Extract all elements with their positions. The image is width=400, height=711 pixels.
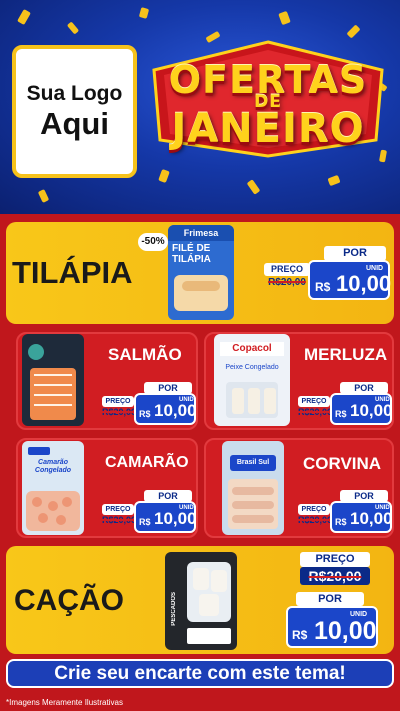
unit-label: UNID <box>375 397 390 403</box>
product-image-merluza: Copacol Peixe Congelado <box>214 334 290 426</box>
price-value: 10,00 <box>154 401 197 420</box>
price-box: R$ 10,00 UNID <box>308 260 392 300</box>
product-image-salmao <box>22 334 84 426</box>
product-name: CORVINA <box>303 454 382 473</box>
price-value: 10,00 <box>154 509 197 528</box>
old-price: R$20,00 <box>300 567 370 585</box>
old-price: R$20,00 <box>268 277 306 288</box>
pack-brand: Brasil Sul <box>230 455 276 471</box>
price-box: R$ 10,00 UNID <box>330 393 393 425</box>
product-name: TILÁPIA <box>12 255 133 290</box>
price-value: 10,00 <box>336 271 392 296</box>
title-badge: OFERTAS DE JANEIRO <box>150 40 386 158</box>
discount-badge: -50% <box>138 233 168 251</box>
por-label: POR <box>324 246 386 261</box>
logo-placeholder: Sua Logo Aqui <box>12 45 137 178</box>
product-name: CAMARÃO <box>105 454 189 471</box>
unit-label: UNID <box>179 505 194 511</box>
product-image-corvina: Brasil Sul <box>222 441 284 535</box>
old-price: R$20,00 <box>298 515 333 525</box>
price-block-merluza: PREÇO R$20,00 POR R$ 10,00 UNID <box>298 382 393 426</box>
pack-label: Camarão Congelado <box>34 459 72 474</box>
preco-label: PREÇO <box>298 504 330 515</box>
preco-label: PREÇO <box>300 552 370 567</box>
product-image-tilapia: Frimesa FILÉ DE TILÁPIA <box>168 225 234 320</box>
price-block-tilapia: PREÇO R$20,00 POR R$ 10,00 UNID <box>264 246 392 302</box>
pack-brand: Frimesa <box>168 225 234 241</box>
logo-line-2: Aqui <box>40 105 109 141</box>
pack-label: PESCADOS <box>171 592 177 626</box>
price-box: R$ 10,00 UNID <box>286 606 378 648</box>
price-block-corvina: PREÇO R$20,00 POR R$ 10,00 UNID <box>298 490 393 534</box>
currency: R$ <box>335 409 347 419</box>
old-price: R$20,00 <box>102 515 137 525</box>
currency: R$ <box>139 409 151 419</box>
old-price: R$20,00 <box>298 407 333 417</box>
title-line-3: JANEIRO <box>171 106 365 152</box>
cta-button[interactable]: Crie seu encarte com este tema! <box>6 659 394 688</box>
preco-label: PREÇO <box>264 263 310 276</box>
old-price: R$20,00 <box>102 407 137 417</box>
flyer: Sua Logo Aqui OFERTAS DE JANEIRO TILÁPIA… <box>0 0 400 711</box>
pack-label: Peixe Congelado <box>225 364 279 371</box>
price-box: R$ 10,00 UNID <box>134 501 197 533</box>
unit-label: UNID <box>366 265 384 272</box>
product-name: SALMÃO <box>108 345 182 364</box>
price-block-salmao: PREÇO R$20,00 POR R$ 10,00 UNID <box>102 382 197 426</box>
price-value: 10,00 <box>350 401 393 420</box>
currency: R$ <box>139 517 151 527</box>
currency: R$ <box>315 280 331 294</box>
price-block-camarao: PREÇO R$20,00 POR R$ 10,00 UNID <box>102 490 197 534</box>
pack-brand: Copacol <box>220 342 284 356</box>
product-image-camarao: Camarão Congelado <box>22 441 84 535</box>
preco-label: PREÇO <box>102 504 134 515</box>
unit-label: UNID <box>350 611 368 618</box>
price-block-cacao: PREÇO R$20,00 POR R$ 10,00 UNID <box>286 552 384 648</box>
header: Sua Logo Aqui OFERTAS DE JANEIRO <box>0 0 400 214</box>
price-value: 10,00 <box>350 509 393 528</box>
currency: R$ <box>292 628 308 642</box>
preco-label: PREÇO <box>298 396 330 407</box>
product-name: CAÇÃO <box>14 584 124 617</box>
price-value: 10,00 <box>314 617 377 645</box>
logo-line-1: Sua Logo <box>26 81 123 105</box>
product-image-cacao: PESCADOS <box>165 552 237 650</box>
unit-label: UNID <box>375 505 390 511</box>
price-box: R$ 10,00 UNID <box>330 501 393 533</box>
price-box: R$ 10,00 UNID <box>134 393 197 425</box>
disclaimer: *Imagens Meramente Ilustrativas <box>6 698 123 707</box>
pack-label: FILÉ DE TILÁPIA <box>172 243 211 265</box>
preco-label: PREÇO <box>102 396 134 407</box>
por-label: POR <box>296 592 364 606</box>
unit-label: UNID <box>179 397 194 403</box>
product-name: MERLUZA <box>304 345 388 364</box>
currency: R$ <box>335 517 347 527</box>
